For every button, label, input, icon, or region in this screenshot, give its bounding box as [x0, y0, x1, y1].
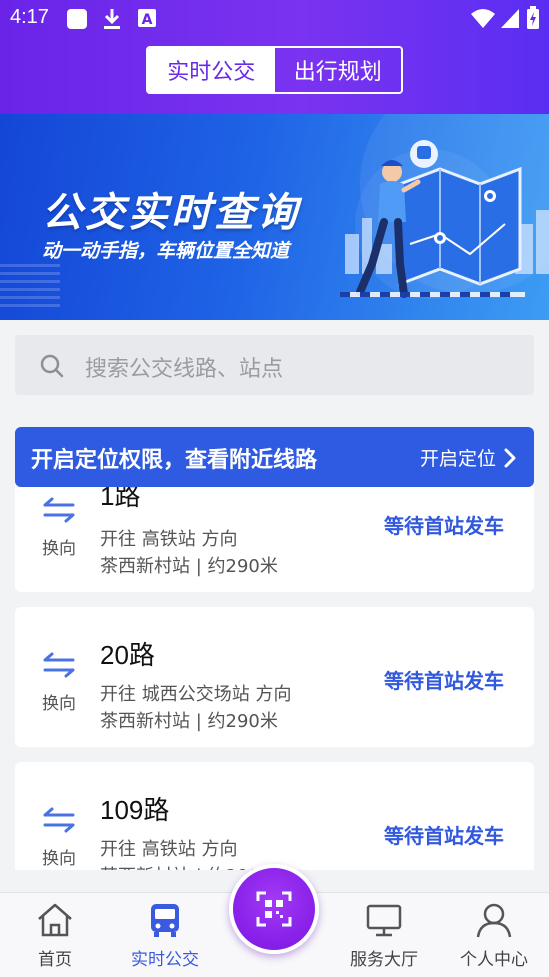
- nav-home-label: 首页: [38, 950, 72, 970]
- route-card[interactable]: 换向 20路 开往 城西公交场站 方向 茶西新村站 | 约290米 等待首站发车: [15, 607, 534, 747]
- banner-subtitle: 动一动手指，车辆位置全知道: [42, 240, 290, 262]
- home-icon: [38, 903, 72, 937]
- swap-direction-button[interactable]: 换向: [39, 496, 79, 559]
- nav-realtime-bus-label: 实时公交: [131, 950, 199, 970]
- nav-service-hall[interactable]: 服务大厅: [334, 901, 434, 970]
- scan-qr-button[interactable]: [229, 864, 319, 954]
- search-input[interactable]: 搜索公交线路、站点: [15, 335, 534, 395]
- signal-icon: [500, 7, 520, 33]
- route-stop-distance: 茶西新村站 | 约290米: [100, 711, 278, 732]
- route-direction: 开往 城西公交场站 方向: [100, 684, 292, 705]
- user-icon: [476, 903, 512, 938]
- banner-title: 公交实时查询: [42, 190, 300, 236]
- route-card[interactable]: 换向 109路 开往 高铁站 方向 茶西新村站 | 约290米 等待首站发车: [15, 762, 534, 870]
- enable-location-label: 开启定位: [419, 448, 496, 470]
- battery-icon: [526, 6, 540, 34]
- swap-direction-label: 换向: [42, 849, 76, 869]
- swap-direction-icon: [43, 652, 75, 678]
- nav-profile-label: 个人中心: [460, 950, 528, 970]
- swap-direction-icon: [43, 807, 75, 833]
- location-permission-text: 开启定位权限，查看附近线路: [31, 448, 318, 473]
- enable-location-button[interactable]: 开启定位: [420, 444, 516, 471]
- route-name: 109路: [100, 795, 170, 825]
- text-a-icon: A: [137, 8, 157, 32]
- qr-code-icon: [256, 891, 292, 927]
- monitor-icon: [366, 904, 402, 937]
- nav-realtime-bus[interactable]: 实时公交: [115, 901, 215, 970]
- chevron-right-icon: [504, 448, 516, 467]
- route-name: 1路: [100, 484, 141, 511]
- route-list: 换向 1路 开往 高铁站 方向 茶西新村站 | 约290米 等待首站发车 换向 …: [0, 484, 549, 870]
- tab-realtime-bus[interactable]: 实时公交: [148, 48, 275, 92]
- nav-service-hall-label: 服务大厅: [350, 950, 418, 970]
- search-icon: [39, 353, 65, 383]
- status-bar: 4:17 A: [0, 0, 549, 36]
- nav-profile[interactable]: 个人中心: [444, 901, 544, 970]
- swap-direction-label: 换向: [42, 539, 76, 559]
- route-direction: 开往 高铁站 方向: [100, 839, 238, 860]
- swap-direction-label: 换向: [42, 694, 76, 714]
- route-status: 等待首站发车: [384, 824, 504, 848]
- route-name: 20路: [100, 640, 155, 670]
- route-direction: 开往 高铁站 方向: [100, 529, 238, 550]
- swap-direction-icon: [43, 497, 75, 523]
- tab-trip-planning[interactable]: 出行规划: [275, 48, 402, 92]
- route-card[interactable]: 换向 1路 开往 高铁站 方向 茶西新村站 | 约290米 等待首站发车: [15, 484, 534, 592]
- notification-square-icon: [66, 8, 88, 34]
- header: 4:17 A 实时公交 出行规划: [0, 0, 549, 114]
- bus-icon: [151, 904, 179, 937]
- promo-banner[interactable]: 公交实时查询 动一动手指，车辆位置全知道: [0, 114, 549, 320]
- swap-direction-button[interactable]: 换向: [39, 651, 79, 714]
- location-permission-banner: 开启定位权限，查看附近线路 开启定位: [15, 427, 534, 487]
- mode-tabs: 实时公交 出行规划: [146, 46, 403, 94]
- nav-home[interactable]: 首页: [5, 901, 105, 970]
- search-placeholder: 搜索公交线路、站点: [85, 357, 284, 382]
- swap-direction-button[interactable]: 换向: [39, 806, 79, 869]
- route-status: 等待首站发车: [384, 669, 504, 693]
- download-icon: [103, 8, 121, 34]
- route-status: 等待首站发车: [384, 514, 504, 538]
- wifi-icon: [470, 7, 496, 33]
- status-time: 4:17: [10, 6, 49, 28]
- svg-text:A: A: [142, 12, 153, 28]
- route-stop-distance: 茶西新村站 | 约290米: [100, 556, 278, 577]
